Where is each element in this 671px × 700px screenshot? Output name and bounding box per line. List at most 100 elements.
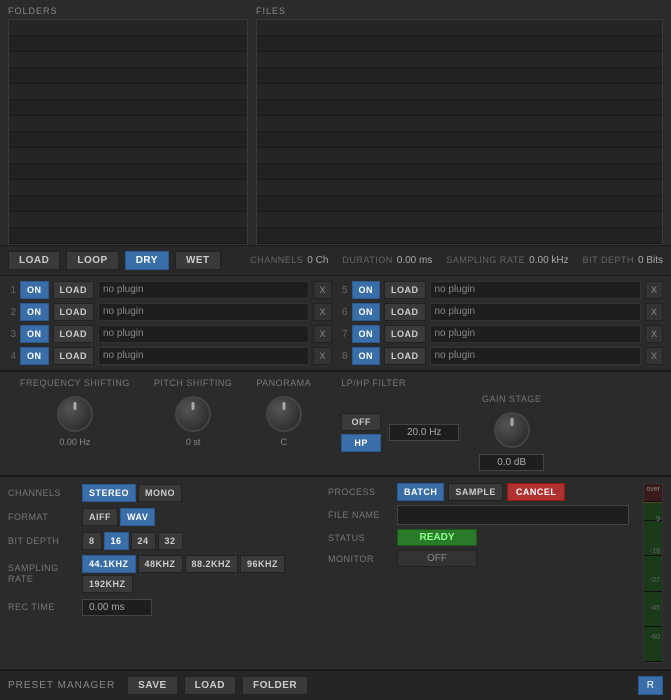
dry-button[interactable]: DRY	[125, 251, 169, 270]
file-row[interactable]	[257, 84, 662, 100]
file-row[interactable]	[257, 20, 662, 36]
freq-shift-block: FREQUENCY SHIFTING 0.00 Hz	[8, 378, 142, 447]
cancel-button[interactable]: CANCEL	[507, 483, 566, 501]
folders-list[interactable]	[8, 19, 248, 245]
plugin-load-5[interactable]: LOAD	[384, 281, 426, 299]
plugin-x-8[interactable]: X	[645, 347, 663, 365]
plugin-on-8[interactable]: ON	[352, 347, 381, 365]
folder-row[interactable]	[9, 36, 247, 52]
plugin-x-4[interactable]: X	[313, 347, 331, 365]
plugin-on-1[interactable]: ON	[20, 281, 49, 299]
rectime-input[interactable]	[82, 599, 152, 616]
bd24-button[interactable]: 24	[131, 532, 156, 550]
plugin-on-6[interactable]: ON	[352, 303, 381, 321]
wav-button[interactable]: WAV	[120, 508, 155, 526]
pitch-shift-block: PITCH SHIFTING 0 st	[142, 378, 245, 447]
folder-row[interactable]	[9, 68, 247, 84]
loop-button[interactable]: LOOP	[66, 251, 118, 270]
vu-27-label: -27	[650, 577, 660, 584]
folder-row[interactable]	[9, 100, 247, 116]
file-row[interactable]	[257, 100, 662, 116]
folder-row[interactable]	[9, 228, 247, 244]
aiff-button[interactable]: AIFF	[82, 508, 118, 526]
wet-button[interactable]: WET	[175, 251, 221, 270]
file-row[interactable]	[257, 36, 662, 52]
filter-hp-button[interactable]: HP	[341, 434, 381, 452]
plugin-load-6[interactable]: LOAD	[384, 303, 426, 321]
file-row[interactable]	[257, 196, 662, 212]
plugin-load-8[interactable]: LOAD	[384, 347, 426, 365]
folder-row[interactable]	[9, 116, 247, 132]
stereo-button[interactable]: STEREO	[82, 484, 136, 502]
file-row[interactable]	[257, 164, 662, 180]
plugin-on-3[interactable]: ON	[20, 325, 49, 343]
rectime-label: REC TIME	[8, 602, 78, 612]
file-row[interactable]	[257, 132, 662, 148]
plugin-x-1[interactable]: X	[313, 281, 331, 299]
file-row[interactable]	[257, 228, 662, 244]
plugin-on-7[interactable]: ON	[352, 325, 381, 343]
file-row[interactable]	[257, 52, 662, 68]
load-button[interactable]: LOAD	[8, 251, 60, 270]
plugin-load-2[interactable]: LOAD	[53, 303, 95, 321]
plugin-load-4[interactable]: LOAD	[53, 347, 95, 365]
file-row[interactable]	[257, 212, 662, 228]
plugin-x-2[interactable]: X	[313, 303, 331, 321]
plugin-x-6[interactable]: X	[645, 303, 663, 321]
filename-input[interactable]	[397, 505, 629, 525]
plugin-x-5[interactable]: X	[645, 281, 663, 299]
plugin-row-4: 4 ON LOAD no plugin X	[8, 346, 332, 366]
freq-shift-label: FREQUENCY SHIFTING	[20, 378, 130, 388]
filter-off-button[interactable]: OFF	[341, 413, 381, 431]
pitch-shift-knob[interactable]	[173, 394, 213, 434]
preset-folder-button[interactable]: FOLDER	[242, 676, 308, 695]
preset-arrow-button[interactable]: R	[638, 676, 663, 695]
folder-row[interactable]	[9, 196, 247, 212]
plugin-name-7: no plugin	[430, 325, 641, 343]
folder-row[interactable]	[9, 212, 247, 228]
preset-arrow-label: R	[647, 680, 654, 691]
plugin-load-3[interactable]: LOAD	[53, 325, 95, 343]
folder-row[interactable]	[9, 84, 247, 100]
freq-shift-knob[interactable]	[55, 394, 95, 434]
plugin-on-5[interactable]: ON	[352, 281, 381, 299]
sr48-button[interactable]: 48kHz	[138, 555, 183, 573]
sr882-button[interactable]: 88.2kHz	[185, 555, 239, 573]
folder-row[interactable]	[9, 132, 247, 148]
preset-save-button[interactable]: SAVE	[127, 676, 178, 695]
preset-load-button[interactable]: LOAD	[184, 676, 236, 695]
sr441-button[interactable]: 44.1kHz	[82, 555, 136, 573]
folder-row[interactable]	[9, 180, 247, 196]
plugin-row-5: 5 ON LOAD no plugin X	[340, 280, 664, 300]
files-list[interactable]	[256, 19, 663, 245]
gain-value: 0.0 dB	[479, 454, 544, 471]
file-row[interactable]	[257, 148, 662, 164]
file-row[interactable]	[257, 116, 662, 132]
gain-knob[interactable]	[492, 410, 532, 450]
info-strip: CHANNELS 0 Ch DURATION 0.00 ms SAMPLING …	[250, 255, 663, 266]
folder-row[interactable]	[9, 20, 247, 36]
file-row[interactable]	[257, 68, 662, 84]
sr192-button[interactable]: 192kHz	[82, 575, 133, 593]
plugin-row-1: 1 ON LOAD no plugin X	[8, 280, 332, 300]
bd8-button[interactable]: 8	[82, 532, 102, 550]
sr96-button[interactable]: 96kHz	[240, 555, 285, 573]
file-row[interactable]	[257, 180, 662, 196]
panorama-knob[interactable]	[264, 394, 304, 434]
plugin-x-3[interactable]: X	[313, 325, 331, 343]
folder-row[interactable]	[9, 52, 247, 68]
folder-row[interactable]	[9, 148, 247, 164]
plugin-on-2[interactable]: ON	[20, 303, 49, 321]
plugin-load-7[interactable]: LOAD	[384, 325, 426, 343]
bd32-button[interactable]: 32	[158, 532, 183, 550]
plugin-on-4[interactable]: ON	[20, 347, 49, 365]
bd16-button[interactable]: 16	[104, 532, 129, 550]
folder-row[interactable]	[9, 164, 247, 180]
plugin-row-6: 6 ON LOAD no plugin X	[340, 302, 664, 322]
batch-button[interactable]: BATCH	[397, 483, 444, 501]
plugin-load-1[interactable]: LOAD	[53, 281, 95, 299]
monitor-value[interactable]: OFF	[397, 550, 477, 567]
mono-button[interactable]: MONO	[138, 484, 182, 502]
plugin-x-7[interactable]: X	[645, 325, 663, 343]
sample-button[interactable]: SAMPLE	[448, 483, 503, 501]
